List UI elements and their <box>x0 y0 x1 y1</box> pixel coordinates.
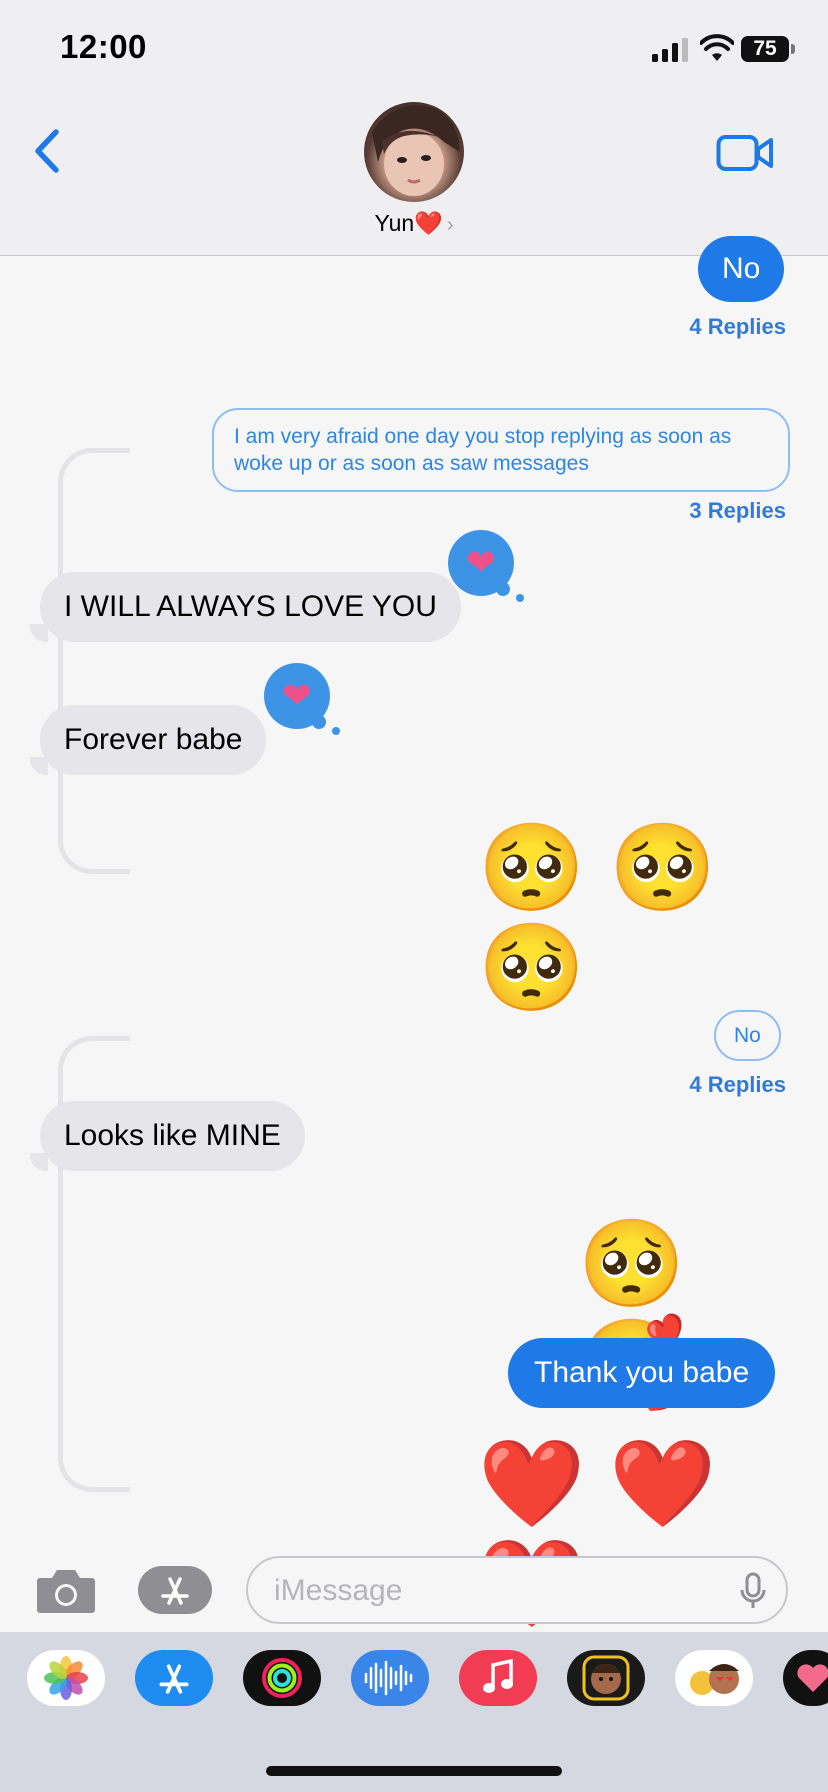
thread-connector <box>58 448 130 874</box>
animoji-app-icon[interactable] <box>675 1650 753 1706</box>
waveform-icon <box>364 1660 413 1696</box>
app-store-icon <box>159 1664 189 1694</box>
message-text: Forever babe <box>64 723 243 756</box>
microphone-icon[interactable] <box>740 1572 766 1610</box>
photos-icon <box>44 1656 88 1700</box>
replies-link[interactable]: 4 Replies <box>600 314 786 340</box>
app-store-app-icon[interactable] <box>135 1650 213 1706</box>
conversation-header: 12:00 75 Yun❤️ › <box>0 0 828 256</box>
wifi-icon <box>700 34 734 61</box>
home-indicator <box>266 1766 562 1776</box>
music-app-icon[interactable] <box>459 1650 537 1706</box>
battery-level: 75 <box>741 36 789 62</box>
animoji-faces-icon <box>690 1664 739 1695</box>
back-chevron-icon[interactable] <box>28 126 68 176</box>
activity-rings-icon <box>262 1658 302 1698</box>
heart-icon: ❤ <box>281 675 313 716</box>
message-input[interactable] <box>274 1572 694 1610</box>
heart-touch-icon <box>797 1664 828 1692</box>
video-camera-icon[interactable] <box>716 132 774 174</box>
digital-touch-app-icon[interactable] <box>783 1650 828 1706</box>
thread-root-message[interactable]: I am very afraid one day you stop replyi… <box>212 408 790 492</box>
message-text: Thank you babe <box>534 1356 750 1389</box>
avatar-photo <box>372 105 460 196</box>
app-store-icon <box>161 1577 189 1605</box>
tapback-dot <box>332 727 340 735</box>
soundhound-app-icon[interactable] <box>351 1650 429 1706</box>
replies-link[interactable]: 4 Replies <box>600 1072 786 1098</box>
message-text: I am very afraid one day you stop replyi… <box>234 425 732 475</box>
contact-avatar[interactable] <box>364 102 464 202</box>
battery-cap <box>791 44 795 54</box>
message-text: No <box>734 1024 761 1047</box>
replies-link[interactable]: 3 Replies <box>600 498 786 524</box>
message-bubble-received[interactable]: I WILL ALWAYS LOVE YOU <box>40 572 461 642</box>
message-text: I WILL ALWAYS LOVE YOU <box>64 590 437 623</box>
memoji-app-icon[interactable] <box>567 1650 645 1706</box>
cellular-signal-icon <box>652 38 688 62</box>
activity-app-icon[interactable] <box>243 1650 321 1706</box>
app-store-button[interactable] <box>138 1566 212 1614</box>
music-note-icon <box>483 1659 513 1693</box>
heart-icon: ❤ <box>465 542 497 583</box>
emoji-message[interactable]: 🥺 🥺 🥺 <box>478 818 798 1018</box>
thread-root-message[interactable]: No <box>714 1010 781 1061</box>
contact-name[interactable]: Yun❤️ › <box>364 210 464 237</box>
tapback-dot <box>312 715 326 729</box>
message-field[interactable] <box>246 1556 788 1624</box>
photos-app-icon[interactable] <box>27 1650 105 1706</box>
message-bubble-sent[interactable]: Thank you babe <box>508 1338 776 1408</box>
message-bubble-received[interactable]: Looks like MINE <box>40 1101 305 1171</box>
memoji-face-icon <box>582 1655 630 1701</box>
message-text: Looks like MINE <box>64 1119 281 1152</box>
chevron-right-icon: › <box>446 214 454 236</box>
camera-icon[interactable] <box>36 1566 96 1614</box>
message-bubble-received[interactable]: Forever babe <box>40 705 267 775</box>
contact-name-label: Yun❤️ <box>374 210 443 236</box>
tapback-dot <box>496 582 510 596</box>
message-text: No <box>722 252 761 285</box>
message-bubble-sent[interactable]: No <box>698 236 785 302</box>
status-time: 12:00 <box>60 28 147 65</box>
tapback-dot <box>516 594 524 602</box>
